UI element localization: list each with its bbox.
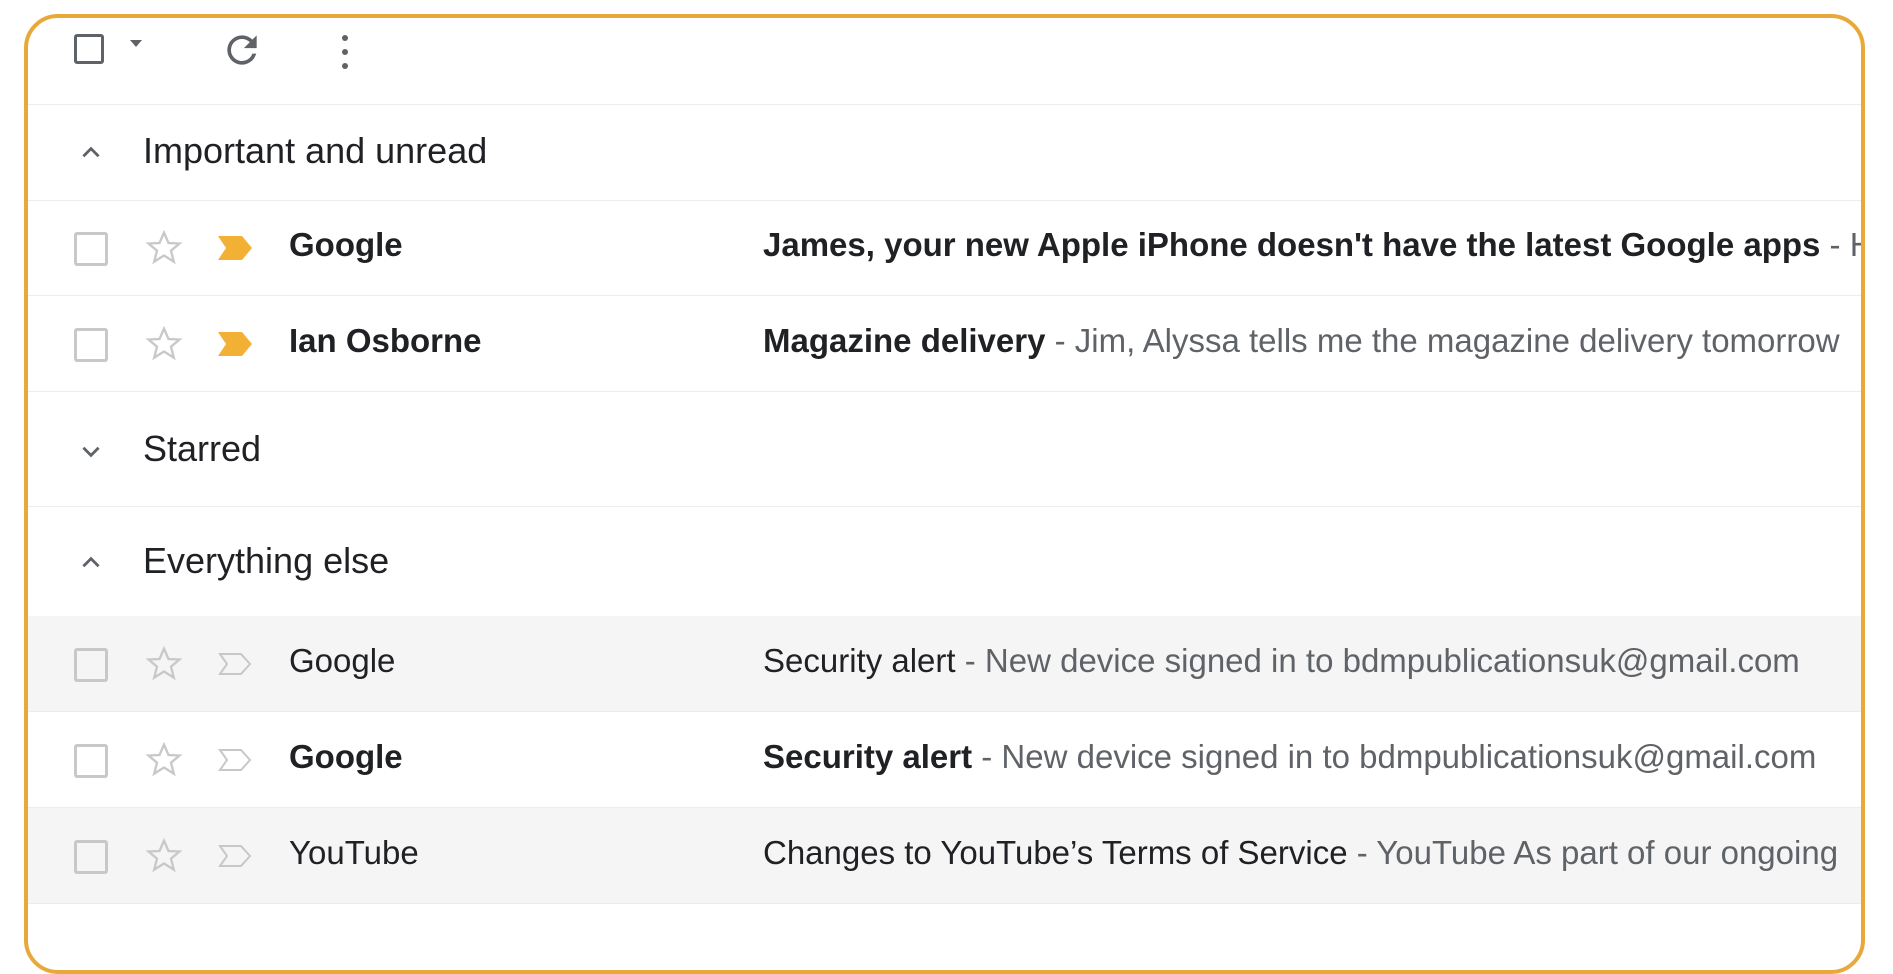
- message-preview: James, your new Apple iPhone doesn't hav…: [763, 226, 1861, 264]
- message-preview: Magazine delivery - Jim, Alyssa tells me…: [763, 322, 1861, 360]
- email-subject: Magazine delivery: [763, 322, 1046, 359]
- email-checkbox[interactable]: [74, 648, 108, 682]
- star-icon[interactable]: [144, 740, 184, 780]
- caret-down-icon[interactable]: [130, 40, 142, 47]
- message-preview: Security alert - New device signed in to…: [763, 738, 1861, 776]
- email-row[interactable]: YouTube Changes to YouTube’s Terms of Se…: [28, 808, 1861, 904]
- sender-name: Google: [289, 738, 403, 775]
- email-subject: Changes to YouTube’s Terms of Service: [763, 834, 1348, 871]
- toolbar: [28, 18, 1861, 105]
- chevron-up-icon[interactable]: [78, 140, 104, 166]
- email-checkbox[interactable]: [74, 232, 108, 266]
- star-icon[interactable]: [144, 228, 184, 268]
- message-preview: Security alert - New device signed in to…: [763, 642, 1861, 680]
- star-icon[interactable]: [144, 836, 184, 876]
- star-icon[interactable]: [144, 644, 184, 684]
- sender-name: YouTube: [289, 834, 419, 871]
- section-starred[interactable]: Starred: [28, 392, 1861, 507]
- email-row[interactable]: Google James, your new Apple iPhone does…: [28, 200, 1861, 296]
- email-checkbox[interactable]: [74, 328, 108, 362]
- email-snippet: - New device signed in to bdmpublication…: [955, 642, 1800, 679]
- sender-name: Google: [289, 226, 403, 263]
- email-subject: Security alert: [763, 642, 956, 679]
- section-important-unread[interactable]: Important and unread: [28, 104, 1861, 201]
- email-snippet: - Jim, Alyssa tells me the magazine deli…: [1045, 322, 1840, 359]
- chevron-down-icon[interactable]: [78, 438, 104, 464]
- section-title: Everything else: [143, 540, 390, 581]
- star-icon[interactable]: [144, 324, 184, 364]
- important-marker-icon[interactable]: [216, 648, 256, 680]
- email-subject: Security alert: [763, 738, 973, 775]
- message-preview: Changes to YouTube’s Terms of Service - …: [763, 834, 1861, 872]
- email-snippet: - YouTube As part of our ongoing: [1347, 834, 1839, 871]
- important-marker-icon[interactable]: [216, 840, 256, 872]
- chevron-up-icon[interactable]: [78, 550, 104, 576]
- section-title: Starred: [143, 428, 262, 469]
- refresh-icon[interactable]: [220, 28, 264, 72]
- email-row[interactable]: Ian Osborne Magazine delivery - Jim, Aly…: [28, 296, 1861, 392]
- important-marker-icon[interactable]: [216, 328, 256, 360]
- more-vertical-icon[interactable]: [330, 28, 360, 76]
- email-row[interactable]: Google Security alert - New device signe…: [28, 616, 1861, 712]
- select-all-checkbox[interactable]: [74, 34, 104, 64]
- email-row[interactable]: Google Security alert - New device signe…: [28, 712, 1861, 808]
- important-marker-icon[interactable]: [216, 232, 256, 264]
- email-snippet: - New device signed in to bdmpublication…: [972, 738, 1817, 775]
- important-marker-icon[interactable]: [216, 744, 256, 776]
- sender-name: Google: [289, 642, 396, 679]
- section-title: Important and unread: [143, 130, 488, 171]
- email-checkbox[interactable]: [74, 840, 108, 874]
- section-everything-else[interactable]: Everything else: [28, 506, 1861, 617]
- inbox-list: Important and unread Google James, your …: [28, 18, 1861, 970]
- email-subject: James, your new Apple iPhone doesn't hav…: [763, 226, 1821, 263]
- email-snippet: - Hi: [1829, 226, 1861, 263]
- sender-name: Ian Osborne: [289, 322, 482, 359]
- inbox-frame: Important and unread Google James, your …: [24, 14, 1865, 974]
- email-checkbox[interactable]: [74, 744, 108, 778]
